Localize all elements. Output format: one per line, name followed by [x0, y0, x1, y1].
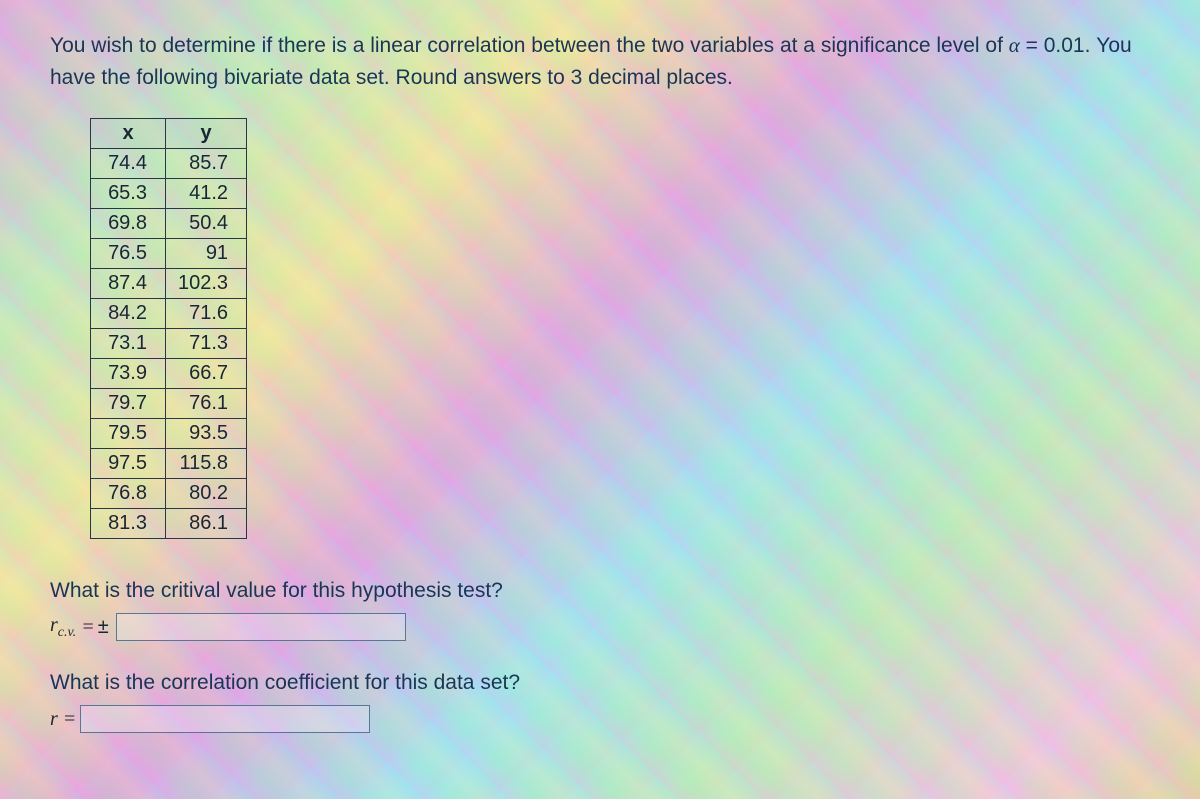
alpha-value: 0.01: [1044, 34, 1085, 57]
table-row: 69.850.4: [91, 209, 247, 239]
cell-x: 76.5: [91, 239, 166, 269]
table-row: 74.485.7: [91, 149, 247, 179]
equals-sign: =: [81, 616, 95, 639]
cell-x: 69.8: [91, 209, 166, 239]
r-label: r: [50, 708, 58, 731]
table-header-row: x y: [91, 119, 247, 149]
table-row: 84.271.6: [91, 299, 247, 329]
table-row: 81.386.1: [91, 509, 247, 539]
cell-y: 66.7: [166, 359, 247, 389]
intro-part1: You wish to determine if there is a line…: [50, 34, 1009, 57]
bivariate-data-table: x y 74.485.7 65.341.2 69.850.4 76.591 87…: [90, 118, 247, 539]
header-x: x: [91, 119, 166, 149]
cell-x: 79.5: [91, 419, 166, 449]
question-correlation-coefficient: What is the correlation coefficient for …: [50, 671, 1150, 695]
table-row: 65.341.2: [91, 179, 247, 209]
table-row: 79.593.5: [91, 419, 247, 449]
equals-sign: =: [63, 708, 77, 731]
cell-x: 65.3: [91, 179, 166, 209]
cell-y: 50.4: [166, 209, 247, 239]
table-row: 76.880.2: [91, 479, 247, 509]
table-row: 76.591: [91, 239, 247, 269]
cell-x: 76.8: [91, 479, 166, 509]
plus-minus-symbol: ±: [98, 616, 109, 639]
table-row: 79.776.1: [91, 389, 247, 419]
rcv-label: rc.v.: [50, 614, 76, 641]
cell-x: 73.1: [91, 329, 166, 359]
cell-y: 91: [166, 239, 247, 269]
table-row: 73.171.3: [91, 329, 247, 359]
cell-y: 102.3: [166, 269, 247, 299]
cell-y: 85.7: [166, 149, 247, 179]
table-row: 97.5115.8: [91, 449, 247, 479]
problem-statement: You wish to determine if there is a line…: [50, 30, 1150, 93]
cell-y: 80.2: [166, 479, 247, 509]
cell-x: 73.9: [91, 359, 166, 389]
cell-y: 93.5: [166, 419, 247, 449]
critical-value-answer-line: rc.v. = ±: [50, 613, 1150, 641]
equals-sign: =: [1020, 34, 1044, 57]
table-row: 73.966.7: [91, 359, 247, 389]
header-y: y: [166, 119, 247, 149]
cell-y: 41.2: [166, 179, 247, 209]
cell-y: 115.8: [166, 449, 247, 479]
question-critical-value: What is the critival value for this hypo…: [50, 579, 1150, 603]
correlation-input[interactable]: [80, 705, 370, 733]
cell-y: 71.6: [166, 299, 247, 329]
critical-value-input[interactable]: [116, 613, 406, 641]
cell-x: 97.5: [91, 449, 166, 479]
cell-y: 71.3: [166, 329, 247, 359]
cell-x: 87.4: [91, 269, 166, 299]
cell-y: 86.1: [166, 509, 247, 539]
cell-y: 76.1: [166, 389, 247, 419]
cell-x: 79.7: [91, 389, 166, 419]
cell-x: 81.3: [91, 509, 166, 539]
table-row: 87.4102.3: [91, 269, 247, 299]
correlation-answer-line: r =: [50, 705, 1150, 733]
cell-x: 74.4: [91, 149, 166, 179]
cell-x: 84.2: [91, 299, 166, 329]
alpha-symbol: α: [1009, 33, 1020, 57]
